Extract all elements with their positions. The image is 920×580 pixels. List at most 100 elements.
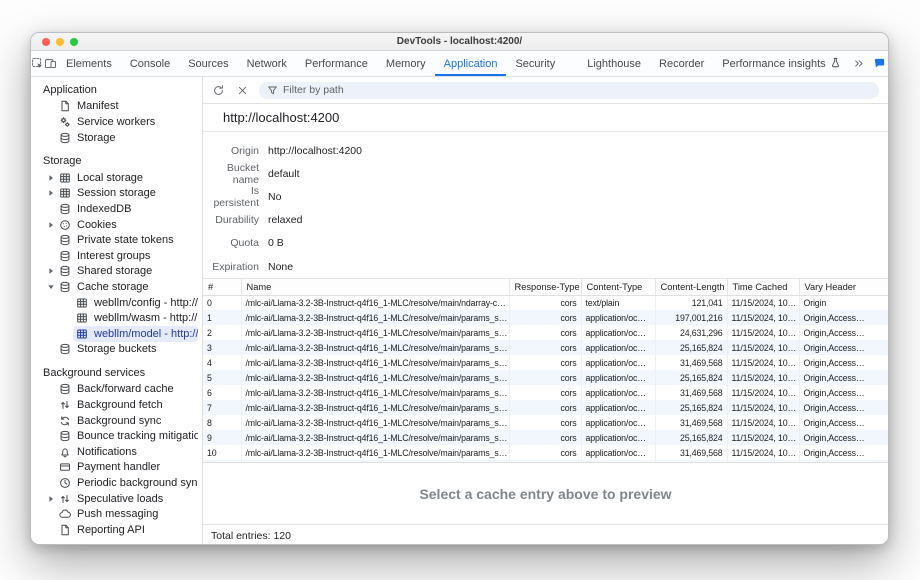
sidebar-item-payment-handler[interactable]: Payment handler xyxy=(31,460,202,476)
cookie-icon xyxy=(59,219,72,231)
cell-content_type: application/oc… xyxy=(581,340,655,355)
sidebar-item-webllm-wasm-http-loca[interactable]: webllm/wasm - http://loca… xyxy=(31,310,202,326)
column-header-content-length[interactable]: Content-Length xyxy=(655,279,727,295)
sidebar-item-label: Push messaging xyxy=(77,508,158,520)
tab-label: Lighthouse xyxy=(587,58,641,70)
sidebar-item-manifest[interactable]: Manifest xyxy=(31,99,202,115)
sidebar-item-webllm-config-http-loc[interactable]: webllm/config - http://loc… xyxy=(31,295,202,311)
sidebar-item-private-state-tokens[interactable]: Private state tokens xyxy=(31,232,202,248)
column-header-content-type[interactable]: Content-Type xyxy=(581,279,655,295)
tab-application[interactable]: Application xyxy=(435,51,507,76)
cache-entry-row-10[interactable]: 10/mlc-ai/Llama-3.2-3B-Instruct-q4f16_1-… xyxy=(203,445,888,460)
cell-response_type: cors xyxy=(509,310,581,325)
cache-entry-row-9[interactable]: 9/mlc-ai/Llama-3.2-3B-Instruct-q4f16_1-M… xyxy=(203,430,888,445)
detail-label: Origin xyxy=(203,145,259,157)
tab-memory[interactable]: Memory xyxy=(377,51,435,76)
cell-name: /mlc-ai/Llama-3.2-3B-Instruct-q4f16_1-ML… xyxy=(241,445,509,460)
tab-security[interactable]: Security xyxy=(506,51,564,76)
cache-entry-row-7[interactable]: 7/mlc-ai/Llama-3.2-3B-Instruct-q4f16_1-M… xyxy=(203,400,888,415)
cell-name: /mlc-ai/Llama-3.2-3B-Instruct-q4f16_1-ML… xyxy=(241,430,509,445)
filter-by-path-input[interactable]: Filter by path xyxy=(259,82,879,99)
cache-entry-row-0[interactable]: 0/mlc-ai/Llama-3.2-3B-Instruct-q4f16_1-M… xyxy=(203,295,888,310)
detail-row-bucket-name: Bucket namedefault xyxy=(203,162,888,185)
tab-lighthouse[interactable]: Lighthouse xyxy=(578,51,650,76)
tab-console[interactable]: Console xyxy=(121,51,179,76)
section-title: Application xyxy=(31,83,202,99)
refresh-icon[interactable] xyxy=(207,79,229,101)
minimize-window-button[interactable] xyxy=(56,38,64,46)
message-bubble-icon[interactable] xyxy=(871,57,889,70)
cell-num: 3 xyxy=(203,340,241,355)
cell-vary: Origin,Access… xyxy=(799,310,888,325)
sidebar-item-webllm-model-http-loc[interactable]: webllm/model - http://loc… xyxy=(31,326,202,342)
cell-content_length: 31,469,568 xyxy=(655,445,727,460)
cell-content_type: text/plain xyxy=(581,295,655,310)
sidebar-item-label: Speculative loads xyxy=(77,493,163,505)
sidebar-item-label: Service workers xyxy=(77,116,155,128)
column-header-time-cached[interactable]: Time Cached xyxy=(727,279,799,295)
sidebar-item-cookies[interactable]: Cookies xyxy=(31,217,202,233)
table-icon xyxy=(59,172,72,184)
sidebar-item-storage-buckets[interactable]: Storage buckets xyxy=(31,342,202,358)
tab-elements[interactable]: Elements xyxy=(57,51,121,76)
sidebar-item-session-storage[interactable]: Session storage xyxy=(31,186,202,202)
sidebar-item-periodic-background-sync[interactable]: Periodic background sync xyxy=(31,475,202,491)
sidebar-item-storage[interactable]: Storage xyxy=(31,130,202,146)
column-header-vary-header[interactable]: Vary Header xyxy=(799,279,888,295)
cell-content_length: 31,469,568 xyxy=(655,385,727,400)
tab-label: Sources xyxy=(188,58,228,70)
sidebar-item-local-storage[interactable]: Local storage xyxy=(31,170,202,186)
sidebar-item-interest-groups[interactable]: Interest groups xyxy=(31,248,202,264)
device-toolbar-icon[interactable] xyxy=(44,51,57,76)
cell-content_type: application/oc… xyxy=(581,385,655,400)
cell-content_type: application/oc… xyxy=(581,325,655,340)
cache-entry-row-4[interactable]: 4/mlc-ai/Llama-3.2-3B-Instruct-q4f16_1-M… xyxy=(203,355,888,370)
filter-placeholder: Filter by path xyxy=(283,84,344,96)
close-icon[interactable] xyxy=(231,79,253,101)
sidebar-section-application: ApplicationManifestService workers Storag… xyxy=(31,83,202,145)
cell-vary: Origin,Access… xyxy=(799,430,888,445)
close-window-button[interactable] xyxy=(42,38,50,46)
tab-network[interactable]: Network xyxy=(238,51,296,76)
tab-recorder[interactable]: Recorder xyxy=(650,51,713,76)
zoom-window-button[interactable] xyxy=(70,38,78,46)
tab-sources[interactable]: Sources xyxy=(179,51,237,76)
cache-entry-row-2[interactable]: 2/mlc-ai/Llama-3.2-3B-Instruct-q4f16_1-M… xyxy=(203,325,888,340)
tab-performance[interactable]: Performance xyxy=(296,51,377,76)
sidebar-item-reporting-api[interactable]: Reporting API xyxy=(31,522,202,538)
cell-content_length: 31,469,568 xyxy=(655,355,727,370)
sidebar-item-speculative-loads[interactable]: Speculative loads xyxy=(31,491,202,507)
cell-response_type: cors xyxy=(509,340,581,355)
inspect-element-icon[interactable] xyxy=(31,51,44,76)
cache-entry-row-5[interactable]: 5/mlc-ai/Llama-3.2-3B-Instruct-q4f16_1-M… xyxy=(203,370,888,385)
sidebar-item-label: Storage xyxy=(77,132,116,144)
detail-row-quota: Quota0 B xyxy=(203,232,888,255)
chevrons-double-right-icon[interactable] xyxy=(850,57,868,70)
sidebar-item-cache-storage[interactable]: Cache storage xyxy=(31,279,202,295)
table-icon xyxy=(76,312,89,324)
cell-content_type: application/oc… xyxy=(581,355,655,370)
column-header-num[interactable]: # xyxy=(203,279,241,295)
cell-content_type: application/oc… xyxy=(581,430,655,445)
tab-performance-insights[interactable]: Performance insights xyxy=(713,51,849,76)
sidebar-item-back-forward-cache[interactable]: Back/forward cache xyxy=(31,382,202,398)
sidebar-item-service-workers[interactable]: Service workers xyxy=(31,114,202,130)
cell-num: 6 xyxy=(203,385,241,400)
cache-entry-row-6[interactable]: 6/mlc-ai/Llama-3.2-3B-Instruct-q4f16_1-M… xyxy=(203,385,888,400)
tab-label: Application xyxy=(444,58,498,70)
sidebar-item-background-fetch[interactable]: Background fetch xyxy=(31,397,202,413)
column-header-name[interactable]: Name xyxy=(241,279,509,295)
sidebar-item-background-sync[interactable]: Background sync xyxy=(31,413,202,429)
column-header-response-type[interactable]: Response-Type xyxy=(509,279,581,295)
sidebar-item-indexeddb[interactable]: IndexedDB xyxy=(31,201,202,217)
sidebar-item-push-messaging[interactable]: Push messaging xyxy=(31,506,202,522)
cell-time_cached: 11/15/2024, 10… xyxy=(727,310,799,325)
cell-content_length: 25,165,824 xyxy=(655,370,727,385)
cache-entry-row-1[interactable]: 1/mlc-ai/Llama-3.2-3B-Instruct-q4f16_1-M… xyxy=(203,310,888,325)
cache-entry-row-8[interactable]: 8/mlc-ai/Llama-3.2-3B-Instruct-q4f16_1-M… xyxy=(203,415,888,430)
cache-entry-row-3[interactable]: 3/mlc-ai/Llama-3.2-3B-Instruct-q4f16_1-M… xyxy=(203,340,888,355)
sidebar-item-shared-storage[interactable]: Shared storage xyxy=(31,264,202,280)
sidebar-item-notifications[interactable]: Notifications xyxy=(31,444,202,460)
sidebar-item-label: webllm/wasm - http://loca… xyxy=(94,312,198,324)
sidebar-item-bounce-tracking-mitigations[interactable]: Bounce tracking mitigations xyxy=(31,428,202,444)
